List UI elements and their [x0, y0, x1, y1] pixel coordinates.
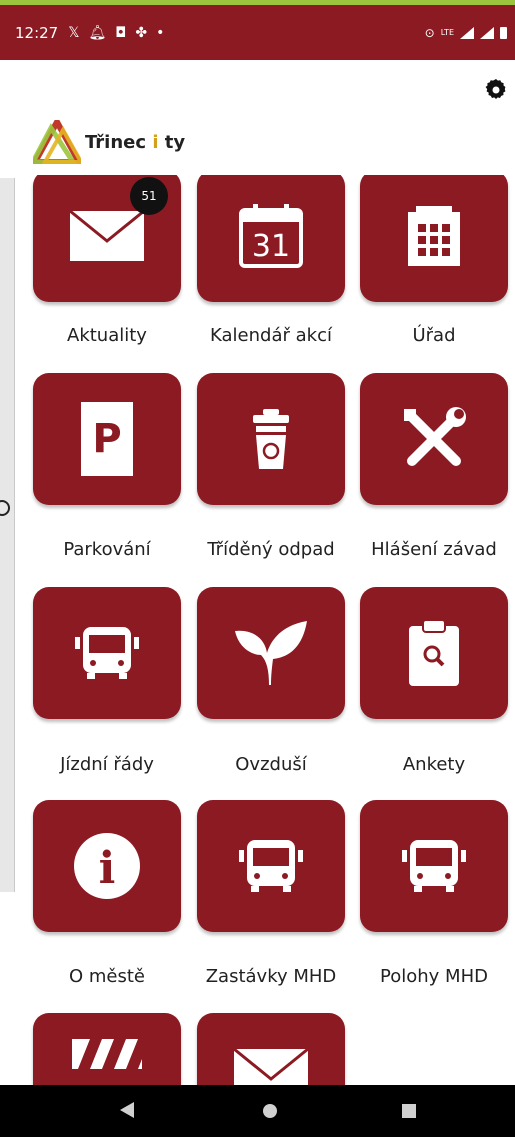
instagram-icon: ◘: [115, 24, 127, 41]
tile-label: Hlášení závad: [371, 539, 497, 560]
status-bar: 12:27 𝕏 🔔︎ ◘ ✤ • ⊙ LTE: [0, 5, 515, 60]
tile-barrier[interactable]: [33, 1013, 181, 1085]
tile-label: Aktuality: [67, 325, 147, 346]
logo-text: Třinec: [85, 131, 153, 153]
calendar-icon: 31: [239, 204, 303, 268]
app-logo: Třinec i ty: [33, 120, 185, 164]
bus-icon: [402, 840, 466, 892]
tile-label: Tříděný odpad: [207, 539, 335, 560]
signal-icon: [480, 26, 494, 39]
bell-icon: 🔔︎: [88, 24, 107, 41]
tile-label: Jízdní řády: [60, 754, 154, 775]
building-icon: [408, 206, 460, 266]
tile-label: Ankety: [402, 754, 466, 775]
leaf-icon: [235, 621, 307, 685]
svg-text:i: i: [99, 843, 116, 894]
home-circle-icon[interactable]: [263, 1104, 277, 1118]
x-icon: 𝕏: [68, 24, 80, 41]
fan-icon: ✤: [135, 24, 148, 41]
tile-label: Ovzduší: [235, 754, 307, 775]
parking-icon: P: [81, 402, 133, 476]
unread-badge: 51: [130, 177, 168, 215]
tile-jizdni-rady[interactable]: [33, 587, 181, 719]
info-icon: i: [74, 833, 140, 899]
lte-icon: LTE: [440, 28, 454, 37]
gear-icon[interactable]: [484, 78, 508, 102]
tile-label: Polohy MHD: [380, 966, 488, 987]
tile-urad[interactable]: [360, 175, 508, 302]
tile-ankety[interactable]: [360, 587, 508, 719]
tile-kalendar[interactable]: 31: [197, 175, 345, 302]
tile-label: Parkování: [63, 539, 151, 560]
dot-icon: •: [156, 24, 165, 41]
barrier-icon: [72, 1039, 142, 1069]
tile-label: Úřad: [412, 325, 456, 346]
signal-icon: [460, 26, 474, 39]
back-triangle-icon[interactable]: [120, 1102, 134, 1118]
tile-label: O městě: [68, 966, 145, 987]
battery-icon: [500, 27, 507, 39]
svg-text:31: 31: [252, 229, 290, 264]
tile-zastavky-mhd[interactable]: [197, 800, 345, 932]
logo-triangle-icon: [33, 120, 81, 164]
status-time: 12:27: [15, 23, 59, 42]
recents-square-icon[interactable]: [402, 1104, 416, 1118]
tile-parkovani[interactable]: P: [33, 373, 181, 505]
logo-text-end: ty: [158, 131, 186, 153]
mail-icon: [70, 211, 144, 261]
alarm-icon: ⊙: [424, 25, 435, 40]
tile-o-meste[interactable]: i: [33, 800, 181, 932]
bus-icon: [239, 840, 303, 892]
mail-icon: [234, 1049, 308, 1085]
svg-text:P: P: [92, 416, 121, 462]
system-navigation-bar: [0, 1085, 515, 1137]
tile-polohy-mhd[interactable]: [360, 800, 508, 932]
tile-label: Zastávky MHD: [205, 966, 337, 987]
tools-icon: [404, 407, 466, 466]
clipboard-search-icon: [409, 620, 459, 686]
tile-hlaseni-zavad[interactable]: [360, 373, 508, 505]
tile-label: Kalendář akcí: [210, 325, 332, 346]
bus-icon: [75, 627, 139, 679]
recycle-bin-icon: [253, 409, 289, 469]
tile-mail-2[interactable]: [197, 1013, 345, 1085]
tile-ovzdusi[interactable]: [197, 587, 345, 719]
tile-grid: 51 Aktuality 31 Kalendář akcí Úřad P Par…: [0, 175, 515, 1085]
tile-tridene-odpad[interactable]: [197, 373, 345, 505]
